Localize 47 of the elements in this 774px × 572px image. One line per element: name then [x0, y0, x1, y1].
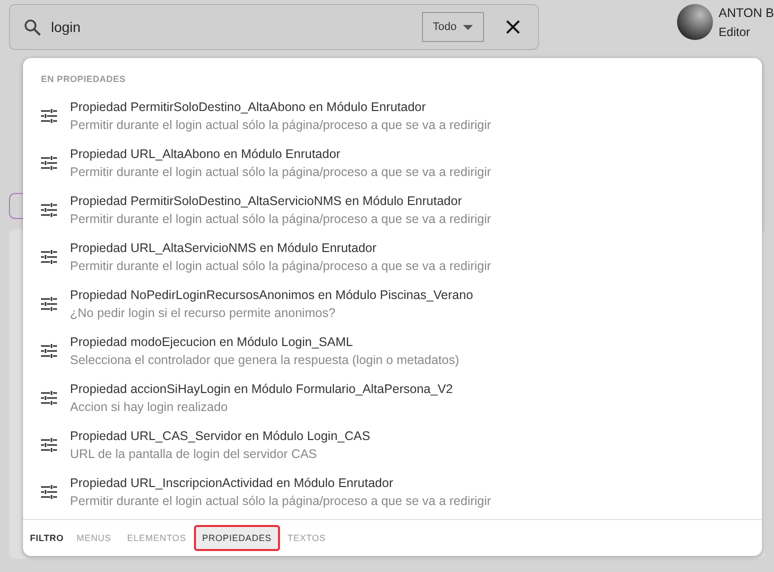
- result-description: Accion si hay login realizado: [70, 400, 229, 414]
- result-title: Propiedad PermitirSoloDestino_AltaAbono en Módulo Enrutador: [70, 100, 427, 114]
- result-item[interactable]: Propiedad URL_CAS_Servidor en Módulo Login_CAS URL de la pantalla de login del servidor CAS: [23, 421, 762, 468]
- close-icon: [506, 20, 520, 34]
- result-item[interactable]: Propiedad accionSiHayLogin en Módulo Formulario_AltaPersona_V2 Accion si hay login realizado: [23, 374, 762, 421]
- result-item[interactable]: Propiedad PermitirSoloDestino_AltaServicioNMS en Módulo Enrutador Permitir durante el login actual sólo la página/proceso a que se va a redirigir: [23, 186, 762, 233]
- sliders-icon: [41, 296, 57, 310]
- sliders-icon: [41, 484, 57, 498]
- sliders-icon: [41, 108, 57, 122]
- filter-label: FILTRO: [30, 533, 65, 543]
- result-description: Permitir durante el login actual sólo la página/proceso a que se va a redirigir: [70, 164, 492, 178]
- result-title: Propiedad PermitirSoloDestino_AltaServicioNMS en Módulo Enrutador: [70, 194, 463, 208]
- result-description: Permitir durante el login actual sólo la página/proceso a que se va a redirigir: [70, 494, 492, 508]
- result-description: Selecciona el controlador que genera la respuesta (login o metadatos): [70, 352, 460, 366]
- result-description: Permitir durante el login actual sólo la página/proceso a que se va a redirigir: [70, 212, 492, 226]
- result-description: ¿No pedir login si el recurso permite anonimos?: [70, 306, 336, 320]
- sliders-icon: [41, 202, 57, 216]
- search-field[interactable]: login Todo: [9, 4, 539, 50]
- sliders-icon: [41, 156, 57, 170]
- result-item[interactable]: Propiedad NoPedirLoginRecursosAnonimos en Módulo Piscinas_Verano ¿No pedir login si el recurso permite anonimos?: [23, 280, 762, 327]
- sliders-icon: [41, 438, 57, 452]
- result-title: Propiedad accionSiHayLogin en Módulo Formulario_AltaPersona_V2: [70, 382, 453, 396]
- sliders-icon: [41, 250, 57, 264]
- result-description: Permitir durante el login actual sólo la página/proceso a que se va a redirigir: [70, 118, 492, 132]
- result-title: Propiedad URL_AltaAbono en Módulo Enrutador: [70, 146, 342, 160]
- result-item[interactable]: Propiedad PermitirSoloDestino_AltaAbono en Módulo Enrutador Permitir durante el login actual sólo la página/proceso a que se va a redirigir: [23, 92, 762, 139]
- result-description: Permitir durante el login actual sólo la página/proceso a que se va a redirigir: [70, 258, 492, 272]
- result-title: Propiedad URL_CAS_Servidor en Módulo Login_CAS: [70, 428, 370, 442]
- result-title: Propiedad NoPedirLoginRecursosAnonimos en Módulo Piscinas_Verano: [70, 288, 474, 302]
- user-name: ANTON B: [718, 6, 774, 20]
- avatar-icon[interactable]: [676, 4, 713, 40]
- group-heading: EN PROPIEDADES: [40, 73, 127, 84]
- result-description: URL de la pantalla de login del servidor CAS: [70, 446, 318, 460]
- result-item[interactable]: Propiedad URL_InscripcionActividad en Módulo Enrutador Permitir durante el login actual sólo la página/proceso a que se va a redirigir: [23, 468, 762, 515]
- result-item[interactable]: Propiedad modoEjecucion en Módulo Login_SAML Selecciona el controlador que genera la respuesta (login o metadatos): [23, 327, 762, 374]
- filter-tab[interactable]: PROPIEDADES: [194, 525, 280, 551]
- sliders-icon: [41, 390, 57, 404]
- result-title: Propiedad URL_AltaServicioNMS en Módulo Enrutador: [70, 240, 378, 254]
- sliders-icon: [41, 344, 57, 358]
- result-title: Propiedad modoEjecucion en Módulo Login_SAML: [70, 334, 354, 348]
- caret-icon: [462, 24, 473, 30]
- result-item[interactable]: Propiedad URL_AltaAbono en Módulo Enrutador Permitir durante el login actual sólo la página/proceso a que se va a redirigir: [23, 139, 762, 186]
- scope-dropdown[interactable]: Todo: [422, 12, 484, 42]
- search-icon: [24, 18, 41, 36]
- result-title: Propiedad URL_InscripcionActividad en Módulo Enrutador: [70, 476, 394, 490]
- user-role: Editor: [718, 24, 752, 38]
- result-item[interactable]: Propiedad URL_AltaServicioNMS en Módulo Enrutador Permitir durante el login actual sólo la página/proceso a que se va a redirigir: [23, 233, 762, 280]
